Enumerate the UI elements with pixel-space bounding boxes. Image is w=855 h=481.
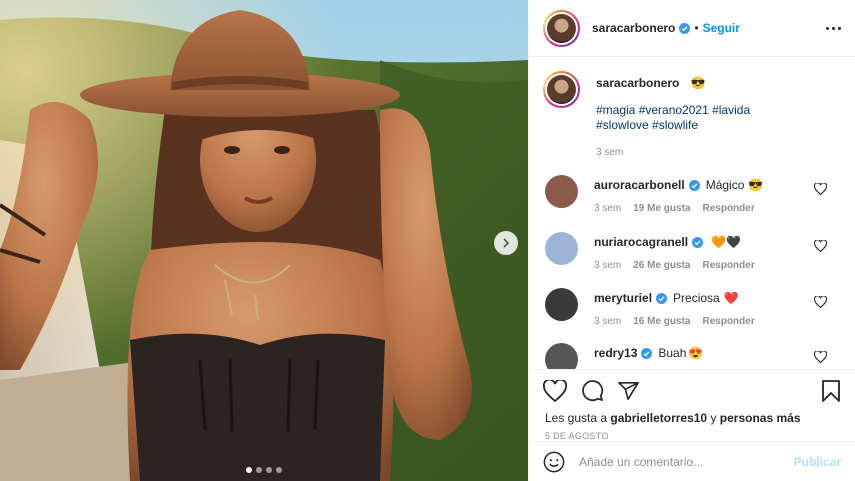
comment-icon[interactable] bbox=[581, 379, 604, 402]
liker-username[interactable]: gabrielletorres10 bbox=[610, 411, 707, 425]
post-photo[interactable] bbox=[0, 0, 528, 481]
caption-emoji: 😎 bbox=[690, 76, 706, 90]
comment-input[interactable] bbox=[579, 454, 794, 469]
caption-avatar[interactable] bbox=[543, 71, 580, 108]
comment-item: meryturiel Preciosa ❤️ 3 sem 16 Me gusta… bbox=[543, 288, 841, 327]
next-photo-button[interactable] bbox=[494, 231, 518, 255]
owner-username[interactable]: saracarbonero bbox=[592, 21, 675, 35]
comment-item: nuriarocagranell 🧡🖤 3 sem 26 Me gusta Re… bbox=[543, 232, 841, 271]
comment-text: Mágico bbox=[705, 178, 745, 192]
verified-icon bbox=[692, 236, 704, 248]
comment-text: Buah bbox=[658, 346, 687, 360]
comment-likes[interactable]: 26 Me gusta bbox=[633, 260, 690, 271]
comment-time: 3 sem bbox=[594, 203, 622, 214]
verified-icon bbox=[641, 347, 653, 359]
post-header: saracarbonero • Seguir bbox=[529, 0, 855, 57]
comment-username[interactable]: redry13 bbox=[594, 345, 637, 361]
carousel-indicator bbox=[0, 467, 528, 473]
comment-item: redry13 Buah 😍 bbox=[543, 343, 841, 369]
reply-button[interactable]: Responder bbox=[702, 316, 754, 327]
verified-icon bbox=[656, 292, 668, 304]
carousel-dot bbox=[246, 467, 252, 473]
caption: saracarbonero 😎 #magia #verano2021 #lavi… bbox=[543, 71, 841, 158]
likes-prefix: Les gusta a bbox=[545, 411, 608, 425]
likes-middle: y bbox=[710, 411, 717, 425]
share-icon[interactable] bbox=[618, 381, 640, 401]
post-date[interactable]: 5 DE AGOSTO bbox=[529, 425, 855, 441]
separator-dot: • bbox=[694, 21, 699, 35]
carousel-dot bbox=[276, 467, 282, 473]
verified-icon bbox=[688, 179, 700, 191]
chevron-right-icon bbox=[503, 238, 510, 248]
instagram-post: saracarbonero • Seguir saracarbonero 😎 #… bbox=[0, 0, 855, 481]
comment-likes[interactable]: 19 Me gusta bbox=[633, 203, 690, 214]
likes-others-link[interactable]: personas más bbox=[720, 411, 801, 425]
comment-username[interactable]: meryturiel bbox=[594, 290, 652, 306]
heart-icon[interactable] bbox=[814, 183, 827, 195]
more-options-icon[interactable] bbox=[826, 26, 841, 30]
comment-username[interactable]: auroracarbonell bbox=[594, 177, 685, 193]
verified-icon bbox=[679, 22, 691, 34]
comment-emoji: 😍 bbox=[688, 346, 704, 360]
comment-item: auroracarbonell Mágico 😎 3 sem 19 Me gus… bbox=[543, 175, 841, 214]
owner-avatar[interactable] bbox=[543, 9, 580, 47]
comment-emoji: 🧡🖤 bbox=[711, 235, 741, 249]
comment-emoji: 😎 bbox=[748, 178, 764, 192]
comment-emoji: ❤️ bbox=[723, 291, 739, 305]
comment-avatar[interactable] bbox=[545, 343, 578, 369]
heart-icon[interactable] bbox=[814, 296, 827, 308]
heart-icon[interactable] bbox=[814, 240, 827, 252]
comment-avatar[interactable] bbox=[545, 288, 578, 321]
reply-button[interactable]: Responder bbox=[702, 203, 754, 214]
follow-button[interactable]: Seguir bbox=[703, 21, 740, 35]
carousel-dot bbox=[256, 467, 262, 473]
comment-time: 3 sem bbox=[594, 260, 622, 271]
comments-section[interactable]: saracarbonero 😎 #magia #verano2021 #lavi… bbox=[529, 57, 855, 369]
comment-avatar[interactable] bbox=[545, 232, 578, 265]
likes-summary: Les gusta a gabrielletorres10 y personas… bbox=[529, 411, 855, 425]
comment-avatar[interactable] bbox=[545, 175, 578, 208]
carousel-dot bbox=[266, 467, 272, 473]
caption-hashtags[interactable]: #magia #verano2021 #lavida #slowlove #sl… bbox=[596, 103, 786, 133]
emoji-icon[interactable] bbox=[543, 451, 565, 473]
comment-time: 3 sem bbox=[594, 316, 622, 327]
reply-button[interactable]: Responder bbox=[702, 260, 754, 271]
photo-image bbox=[0, 0, 528, 481]
post-actions bbox=[529, 369, 855, 411]
comment-likes[interactable]: 16 Me gusta bbox=[633, 316, 690, 327]
comment-text: Preciosa bbox=[673, 291, 720, 305]
like-heart-icon[interactable] bbox=[543, 379, 567, 402]
caption-time: 3 sem bbox=[596, 147, 624, 158]
heart-icon[interactable] bbox=[814, 351, 827, 363]
bookmark-icon[interactable] bbox=[821, 379, 841, 402]
add-comment-bar: Publicar bbox=[529, 441, 855, 481]
comment-username[interactable]: nuriarocagranell bbox=[594, 234, 688, 250]
caption-username[interactable]: saracarbonero bbox=[596, 76, 679, 90]
publish-button[interactable]: Publicar bbox=[794, 455, 841, 469]
post-sidebar: saracarbonero • Seguir saracarbonero 😎 #… bbox=[528, 0, 855, 481]
